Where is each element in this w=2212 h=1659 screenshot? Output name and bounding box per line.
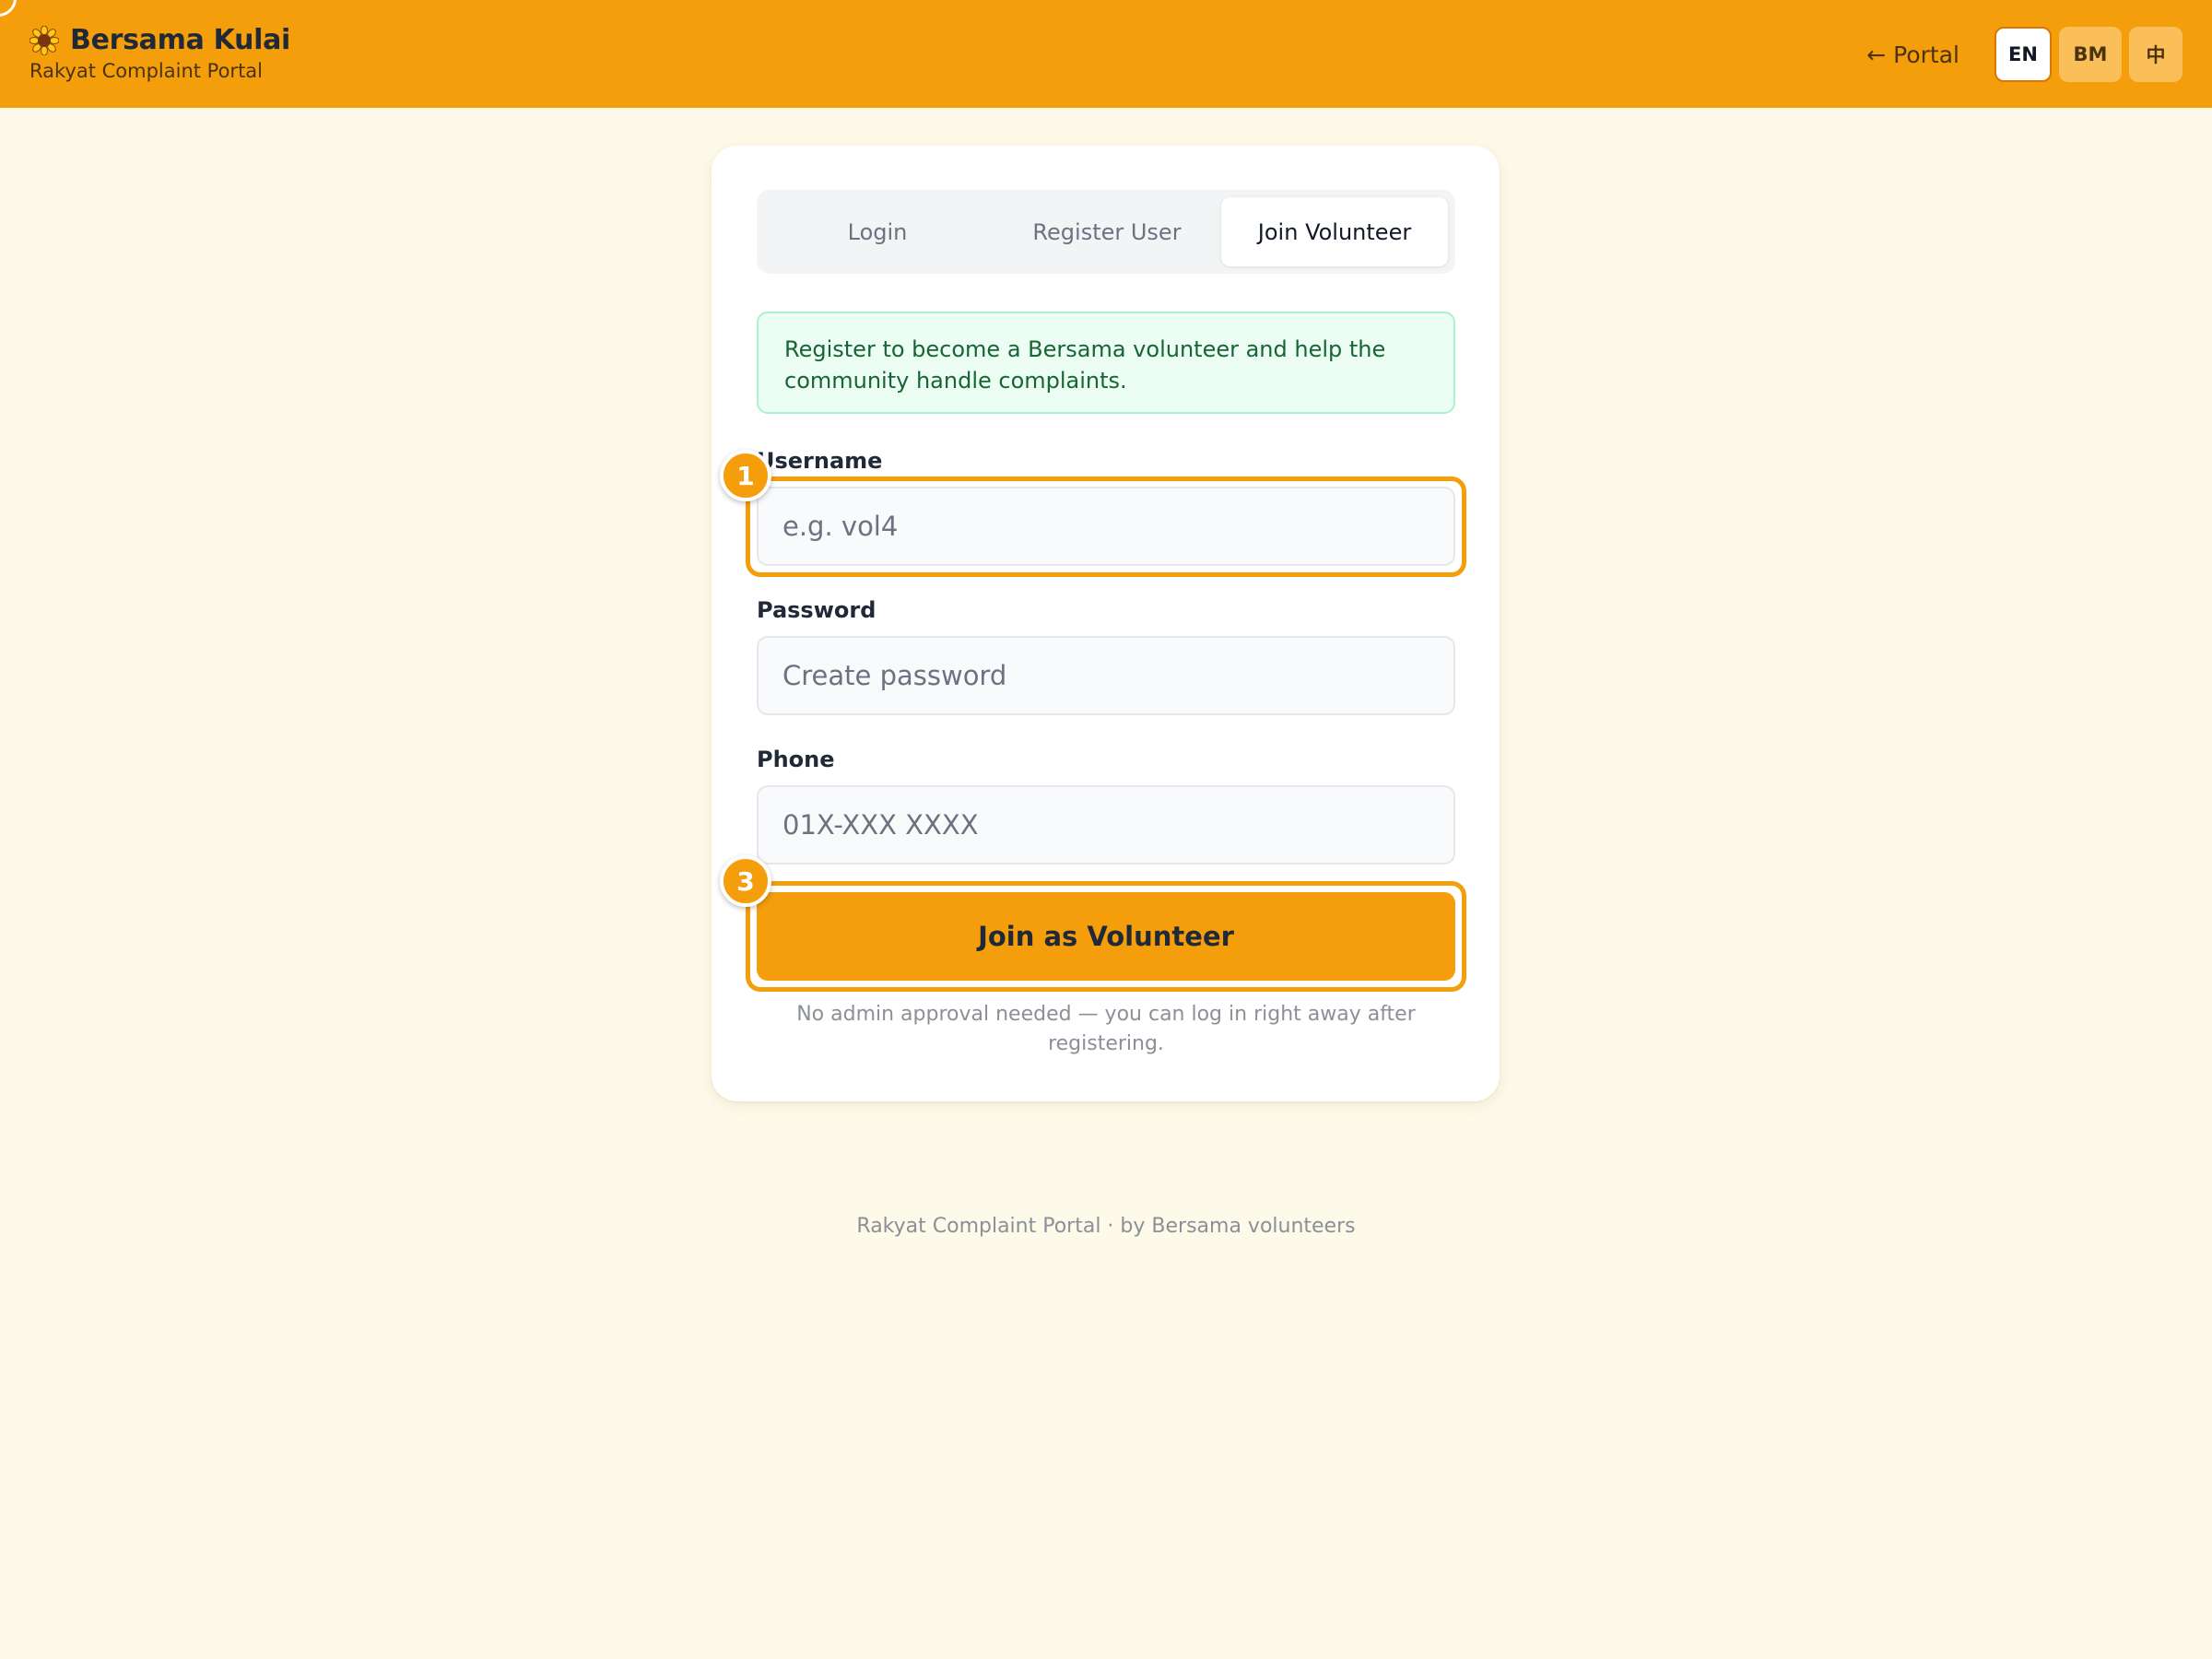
approval-note: No admin approval needed — you can log i… xyxy=(796,1003,1416,1055)
language-en-button[interactable]: EN xyxy=(1994,27,2052,82)
page-footer: Rakyat Complaint Portal · by Bersama vol… xyxy=(856,1215,1356,1238)
tab-join-volunteer[interactable]: Join Volunteer xyxy=(1221,197,1448,266)
username-input[interactable] xyxy=(757,487,1455,566)
password-input[interactable] xyxy=(757,636,1455,715)
auth-tabs: Login Register User Join Volunteer xyxy=(757,190,1455,274)
header-nav: ← Portal EN BM 中 xyxy=(1866,27,2183,82)
language-bm-button[interactable]: BM xyxy=(2059,27,2122,82)
tab-login[interactable]: Login xyxy=(764,197,991,266)
join-volunteer-button[interactable]: Join as Volunteer xyxy=(757,892,1455,981)
corner-marker xyxy=(0,0,17,17)
phone-label: Phone xyxy=(757,747,835,772)
step-badge-3: 3 xyxy=(720,855,771,907)
language-zh-button[interactable]: 中 xyxy=(2129,27,2183,82)
username-label: Username xyxy=(757,448,883,474)
auth-card: Login Register User Join Volunteer Regis… xyxy=(712,146,1500,1101)
brand[interactable]: Bersama Kulai Rakyat Complaint Portal xyxy=(29,24,290,82)
step-badge-1: 1 xyxy=(720,450,771,501)
app-title: Bersama Kulai xyxy=(70,24,291,56)
tab-register-user[interactable]: Register User xyxy=(994,197,1220,266)
phone-input[interactable] xyxy=(757,785,1455,865)
volunteer-info-message: Register to become a Bersama volunteer a… xyxy=(757,312,1455,414)
sunflower-icon xyxy=(29,25,60,55)
app-header: Bersama Kulai Rakyat Complaint Portal ← … xyxy=(0,0,2212,108)
app-subtitle: Rakyat Complaint Portal xyxy=(29,60,264,82)
portal-link[interactable]: ← Portal xyxy=(1866,41,1959,68)
password-label: Password xyxy=(757,597,877,623)
